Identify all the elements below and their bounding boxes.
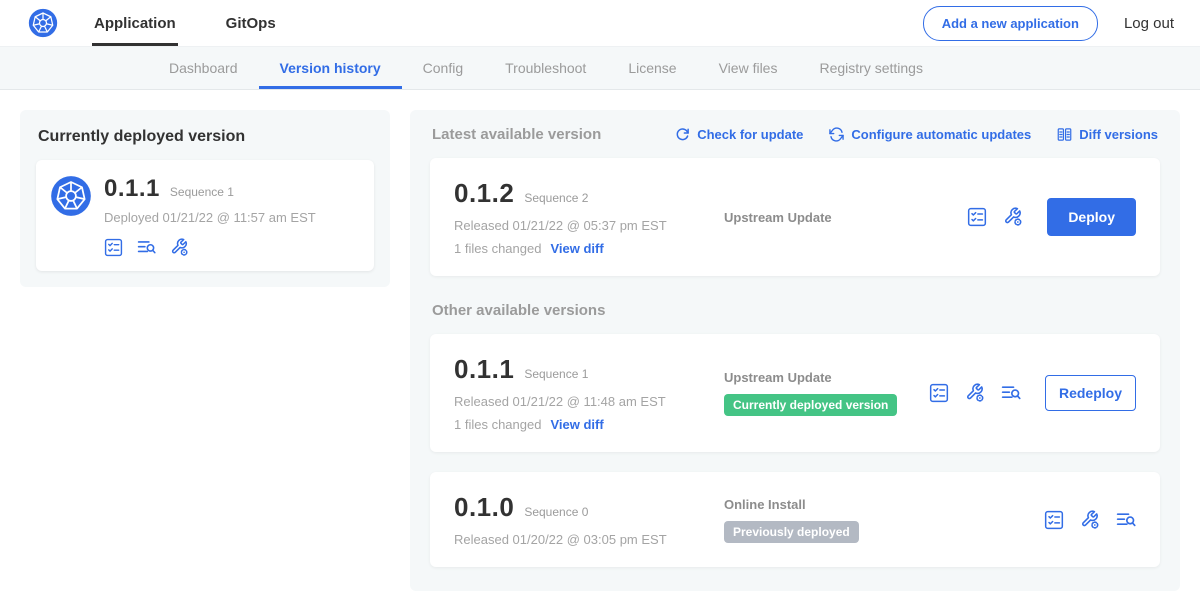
topbar-right: Add a new application Log out xyxy=(923,6,1174,41)
view-diff-link[interactable]: View diff xyxy=(550,417,603,432)
deployed-timestamp: Deployed 01/21/22 @ 11:57 am EST xyxy=(104,210,358,225)
view-diff-link[interactable]: View diff xyxy=(550,241,603,256)
diff-versions-link[interactable]: Diff versions xyxy=(1057,127,1158,142)
version-card-source: Upstream Update xyxy=(724,210,955,225)
main-content: Currently deployed version 0.1.1 Sequenc… xyxy=(0,90,1200,611)
available-header: Latest available version Check for updat… xyxy=(430,126,1160,143)
deployed-panel-title: Currently deployed version xyxy=(38,128,374,146)
tab-application[interactable]: Application xyxy=(92,0,178,46)
deployed-icon-row xyxy=(104,238,358,257)
released-timestamp: Released 01/21/22 @ 11:48 am EST xyxy=(454,394,712,409)
files-changed-line: 1 files changed View diff xyxy=(454,241,712,256)
kubernetes-logo-icon xyxy=(28,8,58,38)
logout-link[interactable]: Log out xyxy=(1124,15,1174,32)
top-bar: Application GitOps Add a new application… xyxy=(0,0,1200,46)
deployed-sequence-label: Sequence 1 xyxy=(170,185,234,199)
subnav-item-registry-settings[interactable]: Registry settings xyxy=(798,47,943,89)
available-actions: Check for update Configure automatic upd… xyxy=(675,127,1158,142)
source-label: Online Install xyxy=(724,497,1032,512)
subnav-item-version-history[interactable]: Version history xyxy=(259,47,402,89)
configure-automatic-updates-label: Configure automatic updates xyxy=(851,127,1031,142)
tab-gitops-label: GitOps xyxy=(226,15,276,32)
released-timestamp: Released 01/21/22 @ 05:37 pm EST xyxy=(454,218,712,233)
currently-deployed-badge: Currently deployed version xyxy=(724,394,897,416)
released-timestamp: Released 01/20/22 @ 03:05 pm EST xyxy=(454,532,712,547)
deploy-logs-icon[interactable] xyxy=(137,238,156,257)
version-card-info: 0.1.2 Sequence 2 Released 01/21/22 @ 05:… xyxy=(454,178,712,256)
configure-automatic-updates-link[interactable]: Configure automatic updates xyxy=(829,127,1031,142)
subnav-item-config[interactable]: Config xyxy=(402,47,484,89)
edit-config-icon[interactable] xyxy=(1080,510,1100,530)
subnav-item-view-files[interactable]: View files xyxy=(698,47,799,89)
release-notes-icon[interactable] xyxy=(1044,510,1064,530)
diff-icon xyxy=(1057,127,1072,142)
subnav-item-troubleshoot[interactable]: Troubleshoot xyxy=(484,47,607,89)
refresh-icon xyxy=(675,127,690,142)
version-number: 0.1.1 xyxy=(454,354,514,385)
version-card-source: Upstream Update Currently deployed versi… xyxy=(724,370,917,416)
source-label: Upstream Update xyxy=(724,370,917,385)
deploy-logs-icon[interactable] xyxy=(1001,383,1021,403)
diff-versions-label: Diff versions xyxy=(1079,127,1158,142)
latest-available-title: Latest available version xyxy=(432,126,601,143)
version-card-info: 0.1.1 Sequence 1 Released 01/21/22 @ 11:… xyxy=(454,354,712,432)
previously-deployed-badge: Previously deployed xyxy=(724,521,859,543)
sequence-label: Sequence 1 xyxy=(524,367,588,381)
version-card-0-1-0: 0.1.0 Sequence 0 Released 01/20/22 @ 03:… xyxy=(430,472,1160,567)
deployed-version-info: 0.1.1 Sequence 1 Deployed 01/21/22 @ 11:… xyxy=(104,175,358,257)
files-changed-count: 1 files changed xyxy=(454,241,541,256)
edit-config-icon[interactable] xyxy=(965,383,985,403)
redeploy-button[interactable]: Redeploy xyxy=(1045,375,1136,411)
check-for-update-link[interactable]: Check for update xyxy=(675,127,803,142)
version-number: 0.1.2 xyxy=(454,178,514,209)
automatic-updates-icon xyxy=(829,127,844,142)
sequence-label: Sequence 0 xyxy=(524,505,588,519)
edit-config-icon[interactable] xyxy=(1003,207,1023,227)
files-changed-count: 1 files changed xyxy=(454,417,541,432)
app-logo-icon xyxy=(50,175,92,257)
release-notes-icon[interactable] xyxy=(929,383,949,403)
source-label: Upstream Update xyxy=(724,210,955,225)
version-card-0-1-2: 0.1.2 Sequence 2 Released 01/21/22 @ 05:… xyxy=(430,158,1160,276)
currently-deployed-panel: Currently deployed version 0.1.1 Sequenc… xyxy=(20,110,390,287)
deploy-logs-icon[interactable] xyxy=(1116,510,1136,530)
version-card-source: Online Install Previously deployed xyxy=(724,497,1032,543)
version-card-info: 0.1.0 Sequence 0 Released 01/20/22 @ 03:… xyxy=(454,492,712,547)
version-number: 0.1.0 xyxy=(454,492,514,523)
release-notes-icon[interactable] xyxy=(967,207,987,227)
tab-gitops[interactable]: GitOps xyxy=(224,0,278,46)
version-card-actions: Deploy xyxy=(967,198,1136,236)
app-subnav: Dashboard Version history Config Trouble… xyxy=(0,46,1200,90)
topbar-left: Application GitOps xyxy=(28,0,324,46)
edit-config-icon[interactable] xyxy=(170,238,189,257)
subnav-item-license[interactable]: License xyxy=(607,47,697,89)
deployed-version-card: 0.1.1 Sequence 1 Deployed 01/21/22 @ 11:… xyxy=(36,160,374,271)
subnav-item-dashboard[interactable]: Dashboard xyxy=(148,47,259,89)
tab-application-label: Application xyxy=(94,15,176,32)
sequence-label: Sequence 2 xyxy=(524,191,588,205)
version-card-0-1-1: 0.1.1 Sequence 1 Released 01/21/22 @ 11:… xyxy=(430,334,1160,452)
other-available-versions-title: Other available versions xyxy=(432,302,1160,319)
version-card-actions xyxy=(1044,510,1136,530)
available-versions-panel: Latest available version Check for updat… xyxy=(410,110,1180,591)
top-tabs: Application GitOps xyxy=(92,0,324,46)
files-changed-line: 1 files changed View diff xyxy=(454,417,712,432)
add-application-button[interactable]: Add a new application xyxy=(923,6,1098,41)
deployed-version-number: 0.1.1 xyxy=(104,175,160,203)
deploy-button[interactable]: Deploy xyxy=(1047,198,1136,236)
version-card-actions: Redeploy xyxy=(929,375,1136,411)
release-notes-icon[interactable] xyxy=(104,238,123,257)
check-for-update-label: Check for update xyxy=(697,127,803,142)
